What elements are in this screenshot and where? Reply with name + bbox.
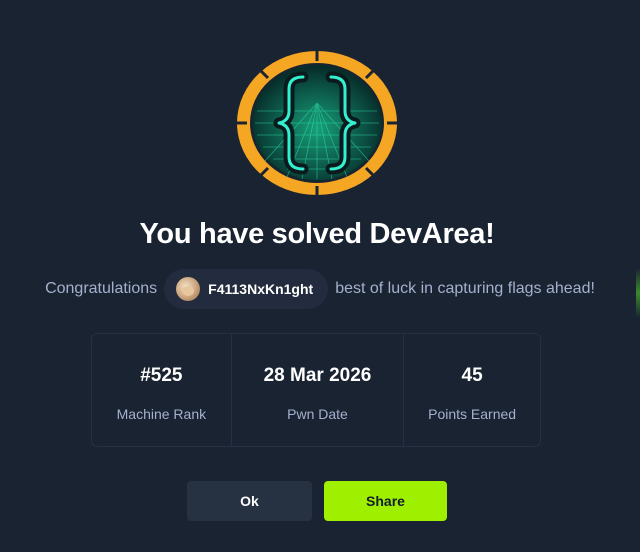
curly-braces-logo-icon [237,51,397,196]
ok-button[interactable]: Ok [187,481,312,521]
congrats-line: Congratulations F4113NxKn1ght best of lu… [0,269,640,309]
congrats-prefix: Congratulations [45,280,158,297]
stats-panel: #525 Machine Rank 28 Mar 2026 Pwn Date 4… [91,333,541,447]
stat-label: Points Earned [428,406,517,422]
solved-title: You have solved DevArea! [139,218,495,250]
background-edge-glow [636,268,640,318]
username: F4113NxKn1ght [208,281,314,297]
stat-value: 45 [461,365,483,386]
congrats-suffix: best of luck in capturing flags ahead! [335,280,595,297]
stat-value: #525 [140,365,183,386]
machine-badge [237,51,397,196]
stat-machine-rank: #525 Machine Rank [92,334,231,446]
stat-points-earned: 45 Points Earned [403,334,540,446]
share-button[interactable]: Share [324,481,447,521]
stat-value: 28 Mar 2026 [263,365,372,386]
user-chip[interactable]: F4113NxKn1ght [164,269,329,309]
stat-label: Pwn Date [287,406,348,422]
avatar [176,277,201,301]
stat-label: Machine Rank [116,406,207,422]
stat-pwn-date: 28 Mar 2026 Pwn Date [230,334,403,446]
